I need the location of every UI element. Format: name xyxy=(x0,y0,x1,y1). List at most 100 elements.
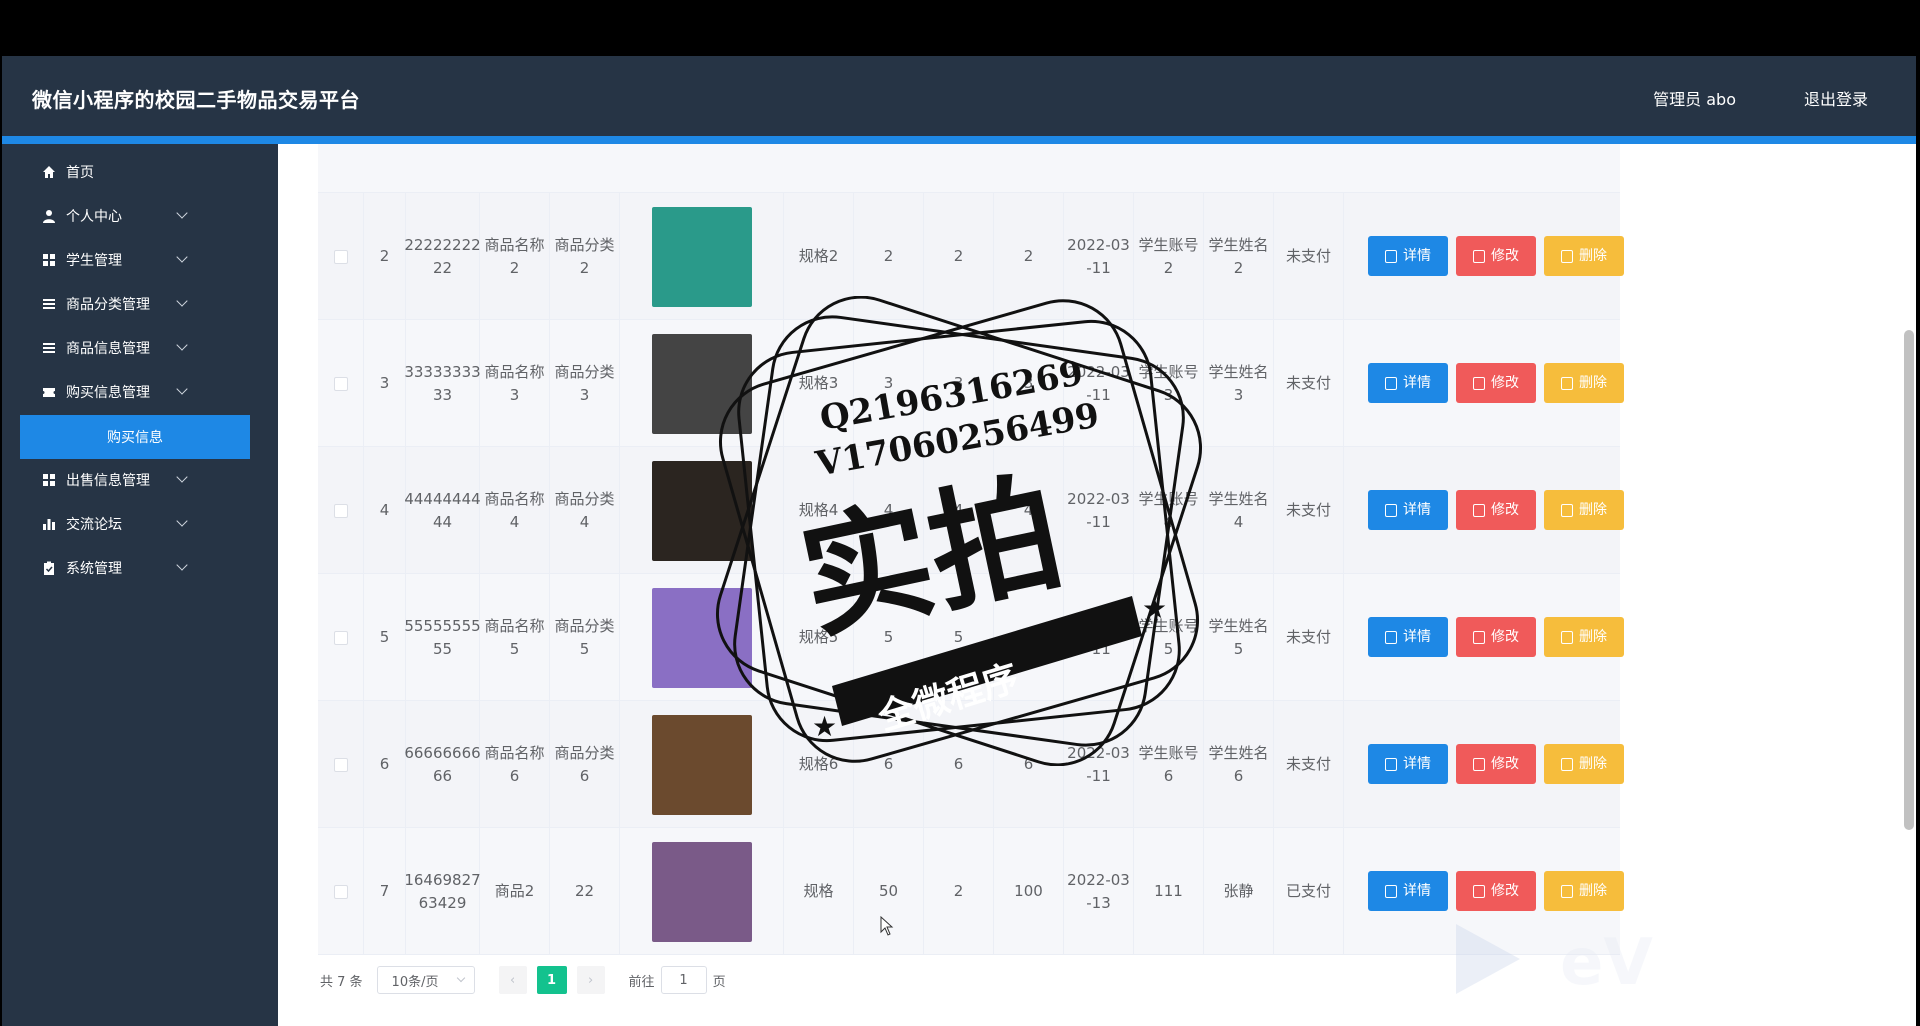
trash-icon xyxy=(1561,884,1573,898)
sidebar-item-label: 系统管理 xyxy=(66,561,122,577)
row-index: 7 xyxy=(364,828,406,955)
detail-button[interactable]: 详情 xyxy=(1368,363,1448,403)
partial-row-above xyxy=(318,144,1620,193)
row-select-checkbox[interactable] xyxy=(333,757,348,772)
chevron-down-icon xyxy=(176,339,188,351)
edit-button[interactable]: 修改 xyxy=(1456,236,1536,276)
goods-category: 商品分类 2 xyxy=(550,193,620,320)
sidebar-item-label: 首页 xyxy=(66,165,94,181)
current-user: 管理员 abo xyxy=(1653,90,1736,109)
goods-spec: 规格2 xyxy=(784,193,854,320)
student-account: 学生账号 6 xyxy=(1134,701,1204,828)
purchase-date: 2022-03 -11 xyxy=(1064,320,1134,447)
row-select-checkbox[interactable] xyxy=(333,249,348,264)
sidebar-item-goods[interactable]: 商品信息管理 xyxy=(42,326,242,370)
document-icon xyxy=(1385,376,1397,390)
button-label: 删除 xyxy=(1579,501,1607,518)
sidebar-item-category[interactable]: 商品分类管理 xyxy=(42,282,242,326)
trash-icon xyxy=(1561,249,1573,263)
detail-button[interactable]: 详情 xyxy=(1368,236,1448,276)
logout-link[interactable]: 退出登录 xyxy=(1804,86,1868,110)
button-label: 删除 xyxy=(1579,247,1607,264)
pay-status: 未支付 xyxy=(1274,193,1344,320)
sidebar-item-purchase[interactable]: 购买信息管理 xyxy=(42,370,242,414)
sidebar-item-label: 交流论坛 xyxy=(66,517,122,533)
goods-spec: 规格3 xyxy=(784,320,854,447)
grid-icon xyxy=(42,473,56,487)
row-select-checkbox[interactable] xyxy=(333,884,348,899)
sidebar-item-home[interactable]: 首页 xyxy=(42,150,242,194)
sidebar-item-sales[interactable]: 出售信息管理 xyxy=(42,458,242,502)
app-title: 微信小程序的校园二手物品交易平台 xyxy=(32,88,360,112)
student-name: 学生姓名 2 xyxy=(1204,193,1274,320)
delete-button[interactable]: 删除 xyxy=(1544,236,1624,276)
goods-price: 3 xyxy=(854,320,924,447)
row-select-checkbox[interactable] xyxy=(333,376,348,391)
detail-button[interactable]: 详情 xyxy=(1368,617,1448,657)
button-label: 删除 xyxy=(1579,628,1607,645)
goods-image xyxy=(620,574,784,701)
purchase-code: 66666666 66 xyxy=(404,701,481,828)
purchase-date: 2022-03 -11 xyxy=(1064,193,1134,320)
edit-button[interactable]: 修改 xyxy=(1456,363,1536,403)
page-number-current[interactable]: 1 xyxy=(536,966,567,994)
goto-page-input[interactable]: 1 xyxy=(660,966,707,994)
home-icon xyxy=(42,165,56,179)
prev-page-button[interactable]: ‹ xyxy=(498,966,527,994)
next-page-button[interactable]: › xyxy=(576,966,605,994)
document-icon xyxy=(1385,503,1397,517)
sidebar-item-system[interactable]: 系统管理 xyxy=(42,546,242,590)
edit-button[interactable]: 修改 xyxy=(1456,490,1536,530)
student-account: 学生账号 5 xyxy=(1134,574,1204,701)
document-icon xyxy=(1385,249,1397,263)
row-checkbox xyxy=(318,447,364,574)
goods-name: 商品名称 4 xyxy=(480,447,550,574)
ev-logo-watermark: eV xyxy=(1456,924,1653,1000)
goods-spec: 规格4 xyxy=(784,447,854,574)
purchase-date: 2022-03 -11 xyxy=(1064,701,1134,828)
delete-button[interactable]: 删除 xyxy=(1544,617,1624,657)
edit-button[interactable]: 修改 xyxy=(1456,744,1536,784)
delete-button[interactable]: 删除 xyxy=(1544,363,1624,403)
goods-image xyxy=(620,320,784,447)
row-checkbox xyxy=(318,701,364,828)
edit-button[interactable]: 修改 xyxy=(1456,617,1536,657)
sidebar-item-label: 商品分类管理 xyxy=(66,297,150,313)
button-label: 删除 xyxy=(1579,755,1607,772)
detail-button[interactable]: 详情 xyxy=(1368,744,1448,784)
detail-button[interactable]: 详情 xyxy=(1368,490,1448,530)
list-icon xyxy=(42,341,56,355)
goto-label: 前往 xyxy=(628,974,655,990)
goods-name: 商品2 xyxy=(480,828,550,955)
chevron-down-icon xyxy=(176,295,188,307)
row-select-checkbox[interactable] xyxy=(333,503,348,518)
detail-button[interactable]: 详情 xyxy=(1368,871,1448,911)
button-label: 修改 xyxy=(1491,628,1519,645)
sidebar-item-students[interactable]: 学生管理 xyxy=(42,238,242,282)
button-label: 修改 xyxy=(1491,247,1519,264)
list-icon xyxy=(42,297,56,311)
delete-button[interactable]: 删除 xyxy=(1544,490,1624,530)
row-select-checkbox[interactable] xyxy=(333,630,348,645)
purchase-code: 44444444 44 xyxy=(404,447,481,574)
scrollbar[interactable] xyxy=(1904,330,1914,830)
button-label: 详情 xyxy=(1403,247,1431,264)
chevron-down-icon xyxy=(176,471,188,483)
sidebar: 首页 个人中心 学生管理 商品分类管理 商品信息管理 购买信息管理 购买信息 出… xyxy=(2,144,278,1026)
sidebar-item-personal[interactable]: 个人中心 xyxy=(42,194,242,238)
page-size-select[interactable]: 10条/页 xyxy=(376,966,475,994)
sidebar-item-label: 出售信息管理 xyxy=(66,473,150,489)
row-actions: 详情 修改 删除 xyxy=(1344,193,1624,320)
sidebar-item-forum[interactable]: 交流论坛 xyxy=(42,502,242,546)
pencil-icon xyxy=(1473,884,1485,898)
mouse-cursor-icon xyxy=(880,916,894,936)
sidebar-subitem-purchase-info[interactable]: 购买信息 xyxy=(20,415,250,459)
table-row: 6 66666666 66 商品名称 6 商品分类 6 规格6 6 6 6 2022-03 -1… xyxy=(318,701,1624,828)
purchase-date: 2022-03 -11 xyxy=(1064,574,1134,701)
clipboard-icon xyxy=(42,561,56,575)
chevron-down-icon xyxy=(456,973,465,983)
delete-button[interactable]: 删除 xyxy=(1544,744,1624,784)
table-row: 5 55555555 55 商品名称 5 商品分类 5 规格5 5 5 5 2022-03 -1… xyxy=(318,574,1624,701)
pagination: 共 7 条 10条/页 ‹ 1 › 前往 1 页 xyxy=(320,966,726,994)
purchase-qty: 2 xyxy=(924,193,994,320)
